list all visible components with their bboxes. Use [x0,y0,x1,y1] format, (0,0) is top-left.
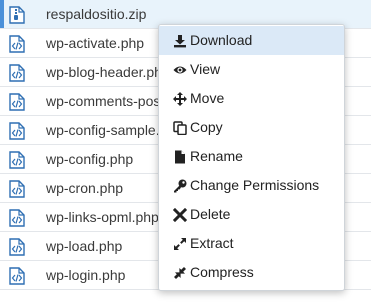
menu-item-copy[interactable]: Copy [159,113,344,142]
code-file-icon [9,151,25,169]
zip-file-icon [9,6,25,24]
selection-marker [0,0,4,28]
file-name: wp-login.php [46,267,126,283]
menu-item-change-permissions[interactable]: Change Permissions [159,171,344,200]
file-name: wp-blog-header.php [46,64,170,80]
code-file-icon [9,64,25,82]
menu-item-view[interactable]: View [159,55,344,84]
menu-item-label: View [190,61,221,77]
close-icon [173,208,187,222]
file-name: respaldositio.zip [46,6,147,22]
code-file-icon [9,180,25,198]
file-name: wp-cron.php [46,180,124,196]
expand-icon [174,238,186,250]
file-icon [175,150,185,164]
menu-item-label: Change Permissions [190,177,320,193]
file-name: wp-load.php [46,238,123,254]
file-name: wp-links-opml.php [46,209,159,225]
copy-icon [173,121,187,135]
menu-item-label: Compress [190,264,254,280]
menu-item-label: Delete [190,206,231,222]
eye-icon [173,66,187,74]
menu-item-download[interactable]: Download [159,26,344,55]
code-file-icon [9,209,25,227]
move-icon [173,92,187,106]
key-icon [174,179,187,193]
context-menu: Download View Move Copy Rename Change Pe… [158,24,345,291]
code-file-icon [9,122,25,140]
menu-item-move[interactable]: Move [159,84,344,113]
menu-item-rename[interactable]: Rename [159,142,344,171]
file-name: wp-config.php [46,151,134,167]
code-file-icon [9,35,25,53]
menu-item-label: Copy [190,119,223,135]
menu-item-label: Download [190,32,253,48]
menu-item-compress[interactable]: Compress [159,258,344,287]
menu-item-label: Rename [190,148,243,164]
code-file-icon [9,93,25,111]
file-name: wp-activate.php [46,35,145,51]
menu-item-extract[interactable]: Extract [159,229,344,258]
code-file-icon [9,267,25,285]
menu-item-label: Extract [190,235,234,251]
code-file-icon [9,238,25,256]
menu-item-delete[interactable]: Delete [159,200,344,229]
download-icon [174,35,186,48]
compress-icon [174,267,186,279]
menu-item-label: Move [190,90,225,106]
